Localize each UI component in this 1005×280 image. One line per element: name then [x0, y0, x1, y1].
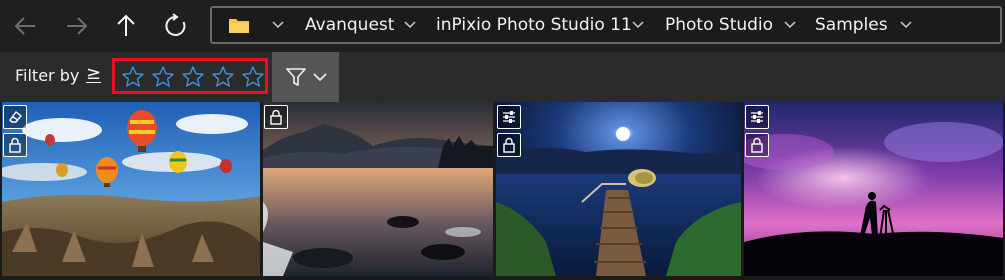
up-button[interactable] — [108, 8, 144, 44]
folder-icon — [228, 8, 250, 42]
rating-filter[interactable] — [112, 58, 268, 94]
filter-operator[interactable]: ≥ — [86, 63, 101, 84]
refresh-button[interactable] — [158, 8, 194, 44]
lock-icon[interactable] — [264, 105, 288, 129]
breadcrumb-avanquest[interactable]: Avanquest — [305, 8, 394, 42]
breadcrumb-label: inPixio Photo Studio 11 — [436, 15, 632, 35]
photo-sunset-lake — [263, 102, 493, 276]
breadcrumb-label: Samples — [815, 15, 888, 35]
chevron-down-icon[interactable] — [898, 8, 914, 42]
breadcrumb-samples[interactable]: Samples — [815, 8, 888, 42]
sliders-icon[interactable] — [745, 105, 769, 129]
address-bar[interactable]: Avanquest inPixio Photo Studio 11 Photo … — [210, 6, 1002, 44]
chevron-down-icon[interactable] — [270, 8, 286, 42]
refresh-icon — [165, 13, 186, 36]
star-icon[interactable] — [211, 65, 235, 89]
filter-bar: Filter by ≥ — [0, 52, 1005, 102]
thumbnail-pier-night[interactable] — [496, 102, 741, 276]
breadcrumb-inpixio-photo-studio[interactable]: inPixio Photo Studio 11 — [436, 8, 632, 42]
arrow-up-icon — [117, 14, 135, 36]
filter-dropdown-button[interactable] — [272, 52, 339, 102]
star-icon[interactable] — [241, 65, 265, 89]
forward-button[interactable] — [58, 8, 94, 44]
bottom-strip — [0, 276, 1005, 280]
breadcrumb-label: Avanquest — [305, 15, 395, 35]
thumbnail-balloons[interactable] — [2, 102, 260, 276]
back-button[interactable] — [8, 8, 44, 44]
chevron-down-icon[interactable] — [630, 8, 646, 42]
thumbnail-sunset-lake[interactable] — [263, 102, 493, 276]
filter-label: Filter by — [15, 66, 80, 85]
chevron-down-icon[interactable] — [402, 8, 418, 42]
navigation-bar: Avanquest inPixio Photo Studio 11 Photo … — [0, 0, 1005, 52]
sliders-icon[interactable] — [497, 105, 521, 129]
star-icon[interactable] — [151, 65, 175, 89]
arrow-left-icon — [14, 17, 35, 35]
photo-balloons — [2, 102, 260, 276]
lock-icon[interactable] — [497, 133, 521, 157]
chevron-down-icon[interactable] — [782, 8, 798, 42]
lock-icon[interactable] — [3, 133, 27, 157]
photo-photographer-sky — [744, 102, 1003, 276]
lock-icon[interactable] — [745, 133, 769, 157]
breadcrumb-label: Photo Studio — [665, 15, 774, 35]
chevron-down-icon — [312, 72, 327, 81]
photo-pier-night — [496, 102, 741, 276]
funnel-icon — [285, 68, 306, 86]
arrow-right-icon — [67, 17, 88, 35]
star-icon[interactable] — [121, 65, 145, 89]
breadcrumb-photo-studio[interactable]: Photo Studio — [665, 8, 773, 42]
star-icon[interactable] — [181, 65, 205, 89]
eraser-icon[interactable] — [3, 105, 27, 129]
thumbnail-photographer-sky[interactable] — [744, 102, 1003, 276]
